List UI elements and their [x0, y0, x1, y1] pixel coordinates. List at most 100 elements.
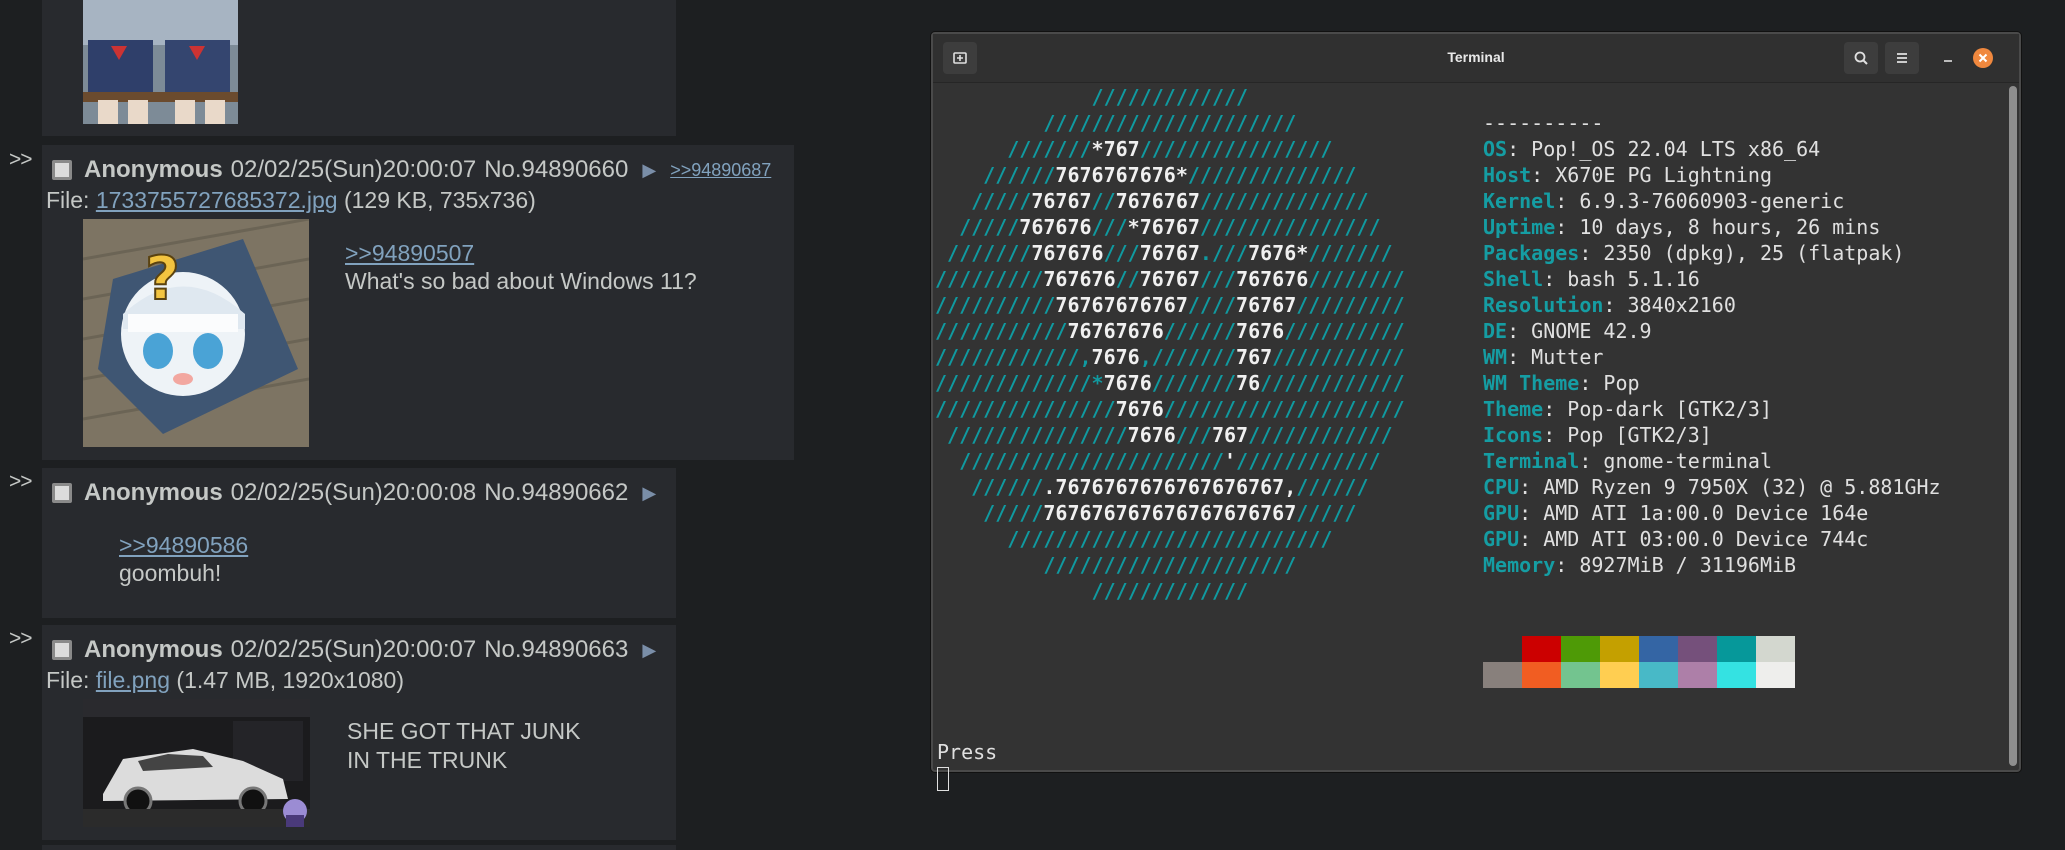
close-icon	[1973, 48, 1993, 68]
palette-row-normal	[1483, 636, 1795, 662]
palette-swatch	[1522, 662, 1561, 688]
post-message-line: SHE GOT THAT JUNK	[347, 718, 581, 744]
imageboard-thread: >> Anonymous 02/02/25(Sun)20:00:07 No.94…	[0, 0, 900, 850]
palette-swatch	[1756, 636, 1795, 662]
reply-arrows: >>	[9, 148, 33, 171]
palette-swatch	[1678, 636, 1717, 662]
post-checkbox[interactable]	[52, 640, 72, 660]
backlink[interactable]: >>94890687	[670, 160, 771, 181]
file-info: File: file.png (1.47 MB, 1920x1080)	[46, 667, 404, 694]
post-datetime: 02/02/25(Sun)20:00:08	[230, 479, 477, 506]
minimize-button[interactable]	[1938, 48, 1958, 68]
palette-swatch	[1639, 662, 1678, 688]
post-datetime: 02/02/25(Sun)20:00:07	[230, 156, 477, 183]
post-thumbnail[interactable]	[83, 0, 238, 124]
post-menu-arrow-icon[interactable]: ▶	[642, 160, 656, 181]
reply-post: Anonymous 02/02/25(Sun)20:00:08 No.94890…	[42, 468, 676, 618]
post-thumbnail[interactable]	[83, 699, 310, 827]
post-thumbnail[interactable]: ?	[83, 219, 309, 447]
file-label: File:	[46, 187, 90, 213]
post-body: SHE GOT THAT JUNK IN THE TRUNK	[347, 717, 580, 775]
post-menu-arrow-icon[interactable]: ▶	[642, 640, 656, 661]
quote-link[interactable]: >>94890507	[345, 240, 697, 267]
file-info: File: 1733755727685372.jpg (129 KB, 735x…	[46, 187, 536, 214]
palette-swatch	[1756, 662, 1795, 688]
info-line-shell: Shell: bash 5.1.16	[1483, 267, 1700, 291]
palette-swatch	[1600, 636, 1639, 662]
info-line-icons: Icons: Pop [GTK2/3]	[1483, 423, 1712, 447]
close-button[interactable]	[1973, 48, 1993, 68]
file-details: (129 KB, 735x736)	[343, 187, 536, 213]
palette-swatch	[1600, 662, 1639, 688]
file-details: (1.47 MB, 1920x1080)	[176, 667, 404, 693]
info-line-wm: WM: Mutter	[1483, 345, 1604, 369]
minimize-icon	[1944, 60, 1952, 62]
reply-arrows: >>	[9, 627, 33, 650]
info-line-packages: Packages: 2350 (dpkg), 25 (flatpak)	[1483, 241, 1905, 265]
post-checkbox[interactable]	[52, 483, 72, 503]
terminal-window[interactable]: Terminal ///////////// /////////////////…	[931, 32, 2021, 791]
hamburger-menu-icon	[1897, 53, 1907, 63]
info-line-host: Host: X670E PG Lightning	[1483, 163, 1772, 187]
previous-post	[42, 0, 676, 136]
text-cursor	[937, 767, 949, 791]
search-icon	[1854, 51, 1868, 65]
anime-girls-thumbnail-image	[83, 0, 238, 124]
poster-name: Anonymous	[84, 636, 223, 663]
post-menu-arrow-icon[interactable]: ▶	[642, 483, 656, 504]
info-line-de: DE: GNOME 42.9	[1483, 319, 1652, 343]
post-header: Anonymous 02/02/25(Sun)20:00:08 No.94890…	[52, 478, 656, 508]
next-post	[42, 845, 676, 850]
terminal-titlebar[interactable]: Terminal	[933, 34, 2019, 83]
file-label: File:	[46, 667, 90, 693]
system-info: ---------- OS: Pop!_OS 22.04 LTS x86_64 …	[1483, 110, 1941, 578]
post-header: Anonymous 02/02/25(Sun)20:00:07 No.94890…	[52, 155, 771, 185]
pop-os-ascii-logo: ///////////// ///////////////////// ////…	[935, 85, 1405, 603]
file-link[interactable]: file.png	[96, 667, 170, 693]
terminal-scrollbar[interactable]	[2009, 86, 2017, 766]
prompt-text: Press	[937, 740, 998, 764]
post-body: >>94890586 goombuh!	[119, 532, 248, 588]
info-line-gpu: GPU: AMD ATI 03:00.0 Device 744c	[1483, 527, 1869, 551]
poster-name: Anonymous	[84, 479, 223, 506]
info-line-resolution: Resolution: 3840x2160	[1483, 293, 1736, 317]
palette-swatch	[1561, 662, 1600, 688]
info-line-terminal: Terminal: gnome-terminal	[1483, 449, 1772, 473]
post-message: goombuh!	[119, 560, 222, 586]
poster-name: Anonymous	[84, 156, 223, 183]
menu-button[interactable]	[1885, 42, 1919, 74]
post-message: What's so bad about Windows 11?	[345, 268, 697, 294]
info-line-theme: Theme: Pop-dark [GTK2/3]	[1483, 397, 1772, 421]
palette-swatch	[1678, 662, 1717, 688]
info-line-cpu: CPU: AMD Ryzen 9 7950X (32) @ 5.881GHz	[1483, 475, 1941, 499]
post-message-line: IN THE TRUNK	[347, 747, 508, 773]
palette-swatch	[1717, 662, 1756, 688]
terminal-output[interactable]: ///////////// ///////////////////// ////…	[935, 84, 2003, 791]
palette-swatch	[1483, 662, 1522, 688]
file-link[interactable]: 1733755727685372.jpg	[96, 187, 338, 213]
post-body: >>94890507 What's so bad about Windows 1…	[345, 240, 697, 296]
info-separator: ----------	[1483, 111, 1604, 135]
reply-post: Anonymous 02/02/25(Sun)20:00:07 No.94890…	[42, 145, 794, 460]
post-number[interactable]: No.94890662	[484, 479, 628, 507]
game-car-screenshot-image	[83, 699, 310, 827]
color-palette	[1483, 636, 1795, 688]
reply-post: Anonymous 02/02/25(Sun)20:00:07 No.94890…	[42, 625, 676, 840]
quote-link[interactable]: >>94890586	[119, 532, 248, 559]
palette-row-bright	[1483, 662, 1795, 688]
post-number[interactable]: No.94890663	[484, 636, 628, 664]
post-datetime: 02/02/25(Sun)20:00:07	[230, 636, 477, 663]
palette-swatch	[1639, 636, 1678, 662]
svg-text:?: ?	[145, 244, 180, 314]
info-line-gpu: GPU: AMD ATI 1a:00.0 Device 164e	[1483, 501, 1869, 525]
info-line-os: OS: Pop!_OS 22.04 LTS x86_64	[1483, 137, 1821, 161]
chibi-pillow-thumbnail-image: ?	[83, 219, 309, 447]
palette-swatch	[1483, 636, 1522, 662]
info-line-kernel: Kernel: 6.9.3-76060903-generic	[1483, 189, 1845, 213]
info-line-uptime: Uptime: 10 days, 8 hours, 26 mins	[1483, 215, 1881, 239]
palette-swatch	[1522, 636, 1561, 662]
search-button[interactable]	[1844, 42, 1878, 74]
palette-swatch	[1717, 636, 1756, 662]
post-number[interactable]: No.94890660	[484, 156, 628, 184]
post-checkbox[interactable]	[52, 160, 72, 180]
